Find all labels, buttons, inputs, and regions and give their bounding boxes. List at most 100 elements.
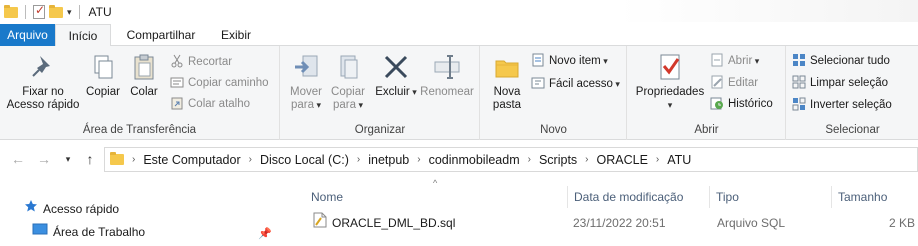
new-item-label: Novo item xyxy=(549,55,601,67)
back-arrow-icon[interactable]: ← xyxy=(8,149,28,169)
up-arrow-icon[interactable]: ↑ xyxy=(80,149,100,169)
tab-file[interactable]: Arquivo xyxy=(0,24,55,46)
breadcrumb-oracle[interactable]: ORACLE xyxy=(597,153,648,167)
history-button[interactable]: Histórico xyxy=(710,94,773,114)
tab-home[interactable]: Início xyxy=(55,24,111,47)
rename-icon xyxy=(432,52,462,82)
easy-access-button[interactable]: Fácil acesso ▾ xyxy=(531,74,620,94)
tab-view[interactable]: Exibir xyxy=(211,24,261,46)
move-to-label-line1: Mover xyxy=(290,86,322,98)
folder-icon[interactable] xyxy=(4,4,18,18)
file-name: ORACLE_DML_BD.sql xyxy=(332,216,456,230)
file-type: Arquivo SQL xyxy=(717,216,786,230)
edit-icon xyxy=(710,75,724,89)
breadcrumb-separator-icon[interactable]: › xyxy=(656,154,659,165)
copy-to-icon xyxy=(333,52,363,82)
rename-button[interactable]: Renomear xyxy=(417,52,477,99)
breadcrumb-scripts[interactable]: Scripts xyxy=(539,153,577,167)
move-icon xyxy=(291,52,321,82)
forward-arrow-icon[interactable]: → xyxy=(34,149,54,169)
column-header-name[interactable]: Nome xyxy=(305,186,567,208)
select-all-icon xyxy=(792,53,806,67)
history-label: Histórico xyxy=(728,98,773,110)
breadcrumb-this-pc[interactable]: Este Computador xyxy=(143,153,240,167)
breadcrumb-codinmobileadm[interactable]: codinmobileadm xyxy=(429,153,520,167)
tab-share[interactable]: Compartilhar xyxy=(111,24,211,46)
new-item-icon xyxy=(531,53,545,67)
pin-label-line2: Acesso rápido xyxy=(6,99,80,111)
copy-button[interactable]: Copiar xyxy=(84,52,122,99)
desktop-icon xyxy=(32,222,48,242)
rename-label: Renomear xyxy=(420,86,474,98)
title-bar: ▾ ATU xyxy=(0,0,918,24)
toolbar-divider xyxy=(25,5,26,19)
table-row[interactable]: ORACLE_DML_BD.sql 23/11/2022 20:51 Arqui… xyxy=(305,212,918,234)
file-modified: 23/11/2022 20:51 xyxy=(573,216,666,230)
edit-label: Editar xyxy=(728,77,759,89)
delete-button[interactable]: Excluir ▾ xyxy=(375,52,417,99)
new-item-button[interactable]: Novo item ▾ xyxy=(531,51,608,71)
new-folder-button[interactable]: Nova pasta xyxy=(487,52,527,112)
nav-quick-access-label: Acesso rápido xyxy=(43,202,120,216)
address-bar[interactable]: › Este Computador › Disco Local (C:) › i… xyxy=(104,147,918,172)
breadcrumb-local-disk[interactable]: Disco Local (C:) xyxy=(260,153,349,167)
breadcrumb-separator-icon[interactable]: › xyxy=(417,154,420,165)
new-folder-label-line2: pasta xyxy=(492,99,522,111)
breadcrumb-separator-icon[interactable]: › xyxy=(357,154,360,165)
cut-label: Recortar xyxy=(188,56,233,68)
pin-icon[interactable]: 📌 xyxy=(258,227,272,240)
pin-quick-access-button[interactable]: Fixar no Acesso rápido xyxy=(4,52,82,112)
nav-desktop[interactable]: Área de Trabalho xyxy=(32,222,145,242)
move-to-label-line2: para xyxy=(290,99,314,111)
column-header-type[interactable]: Tipo xyxy=(710,186,831,208)
properties-button[interactable]: Propriedades ▾ xyxy=(632,52,708,112)
copy-to-button[interactable]: Copiar para ▾ xyxy=(327,52,369,112)
pin-icon xyxy=(28,52,58,82)
paste-shortcut-button[interactable]: Colar atalho xyxy=(170,94,250,114)
nav-quick-access[interactable]: Acesso rápido xyxy=(24,199,119,219)
paste-label: Colar xyxy=(130,86,158,98)
breadcrumb-inetpub[interactable]: inetpub xyxy=(368,153,409,167)
easy-access-label: Fácil acesso xyxy=(549,78,613,90)
navigation-pane: Acesso rápido Área de Trabalho 📌 xyxy=(0,178,285,246)
copy-path-icon xyxy=(170,75,184,89)
select-all-button[interactable]: Selecionar tudo xyxy=(792,51,890,71)
new-folder-icon xyxy=(492,52,522,82)
breadcrumb-atu[interactable]: ATU xyxy=(667,153,691,167)
cut-icon xyxy=(170,54,184,68)
move-to-button[interactable]: Mover para ▾ xyxy=(285,52,327,112)
select-none-button[interactable]: Limpar seleção xyxy=(792,73,888,93)
breadcrumb-separator-icon[interactable]: › xyxy=(249,154,252,165)
select-none-icon xyxy=(792,75,806,89)
open-button[interactable]: Abrir ▾ xyxy=(710,51,759,71)
copy-path-label: Copiar caminho xyxy=(188,77,269,89)
paste-button[interactable]: Colar xyxy=(126,52,162,99)
file-list: ^ Nome Data de modificação Tipo Tamanho … xyxy=(285,178,918,246)
cut-button[interactable]: Recortar xyxy=(170,52,232,72)
copy-path-button[interactable]: Copiar caminho xyxy=(170,73,269,93)
navigation-bar: ← → ▾ ↑ › Este Computador › Disco Local … xyxy=(0,145,918,173)
column-header-size[interactable]: Tamanho xyxy=(832,186,918,208)
customize-toolbar-chevron-icon[interactable]: ▾ xyxy=(67,7,72,17)
breadcrumb-separator-icon[interactable]: › xyxy=(132,154,135,165)
ribbon-tabs: Arquivo Início Compartilhar Exibir xyxy=(0,24,918,47)
easy-access-icon xyxy=(531,76,545,90)
paste-icon xyxy=(129,52,159,82)
open-label: Abrir xyxy=(728,55,753,67)
invert-selection-button[interactable]: Inverter seleção xyxy=(792,95,892,115)
paste-shortcut-icon xyxy=(170,96,184,110)
clipboard-group: Fixar no Acesso rápido Copiar Colar Reco… xyxy=(0,46,280,140)
select-none-label: Limpar seleção xyxy=(810,77,888,89)
copy-label: Copiar xyxy=(86,86,120,98)
edit-button[interactable]: Editar xyxy=(710,73,758,93)
copy-icon xyxy=(88,52,118,82)
breadcrumb-separator-icon[interactable]: › xyxy=(528,154,531,165)
recent-locations-chevron-icon[interactable]: ▾ xyxy=(58,149,78,169)
select-group-label: Selecionar xyxy=(825,124,880,136)
properties-icon[interactable] xyxy=(33,3,45,19)
column-header-modified[interactable]: Data de modificação xyxy=(568,186,709,208)
open-icon xyxy=(710,53,724,67)
breadcrumb-separator-icon[interactable]: › xyxy=(585,154,588,165)
new-folder-icon[interactable] xyxy=(49,4,63,18)
file-name-cell[interactable]: ORACLE_DML_BD.sql xyxy=(313,212,567,234)
